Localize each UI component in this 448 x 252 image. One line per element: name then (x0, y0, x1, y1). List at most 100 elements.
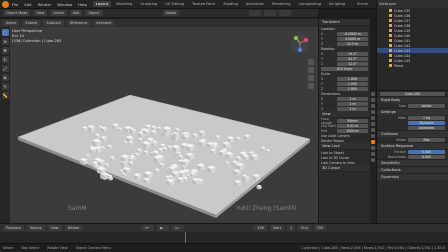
end-frame-field[interactable]: 250 (313, 225, 327, 231)
tool-tab-icon[interactable] (371, 92, 375, 96)
rotation-mode-dropdown[interactable]: XYZ Euler (321, 66, 368, 71)
settings-panel-title[interactable]: Settings (377, 108, 448, 115)
workspace-tab-scripting[interactable]: Scripting (326, 1, 348, 7)
dynamics-panel-title[interactable]: Dynamics (377, 173, 448, 180)
sensitivity-panel-title[interactable]: Sensitivity (377, 159, 448, 166)
workspace-tab-sculpting[interactable]: Sculpting (137, 1, 160, 7)
start-frame-field[interactable]: 1 (287, 225, 296, 231)
jump-start-icon[interactable]: ⏮ (142, 225, 155, 231)
modifier-tab-icon[interactable] (371, 128, 375, 132)
workspace-tab-uv-editing[interactable]: UV Editing (162, 1, 187, 7)
scene-selector[interactable]: Scene (354, 1, 371, 7)
rotation-z-field[interactable]: 12.0° (337, 61, 368, 66)
workspace-tab-texture-paint[interactable]: Texture Paint (189, 1, 218, 7)
rotate-tool-icon[interactable]: ↻ (1, 56, 9, 63)
workspace-tab-layout[interactable]: Layout (92, 1, 112, 7)
camera-view-icon[interactable] (308, 75, 314, 81)
timeline-track[interactable] (0, 232, 448, 243)
rigid-body-type-dropdown[interactable]: Active (408, 103, 445, 108)
jump-end-icon[interactable]: ⏭ (172, 225, 185, 231)
friction-field[interactable]: 0.500 (408, 149, 445, 154)
data-tab-icon[interactable] (371, 152, 375, 156)
outliner-item[interactable]: Plane (377, 63, 448, 68)
playhead[interactable] (185, 232, 186, 243)
constraints-tab-icon[interactable] (371, 146, 375, 150)
clip-start-field[interactable]: 0.01 m (337, 123, 368, 128)
object-name-field[interactable]: Cube.285 (380, 91, 445, 96)
transform-orientation-dropdown[interactable]: Global (162, 10, 180, 16)
marker-menu[interactable]: Marker (64, 225, 83, 231)
measure-tool-icon[interactable]: 📏 (1, 92, 9, 99)
play-icon[interactable]: ▶ (157, 225, 170, 231)
menu-file[interactable]: File (12, 2, 18, 7)
menu-window[interactable]: Window (57, 2, 72, 7)
menu-help[interactable]: Help (78, 2, 87, 7)
pan-icon[interactable] (308, 67, 314, 73)
select-menu[interactable]: Select (50, 10, 67, 16)
select-intersect-button[interactable]: Intersect (93, 20, 115, 26)
timeline-view-menu[interactable]: View (47, 225, 62, 231)
object-tab-icon[interactable] (371, 122, 375, 126)
playback-menu[interactable]: Playback (3, 225, 25, 231)
3d-cursor-panel-title[interactable]: 3D Cursor (319, 165, 370, 172)
collections-panel-title[interactable]: Collections (377, 166, 448, 173)
workspace-tab-compositing[interactable]: Compositing (296, 1, 325, 7)
cursor-tool-icon[interactable]: ⊕ (1, 38, 9, 45)
dimensions-x-field[interactable]: 1 m (337, 96, 368, 101)
ortho-toggle-icon[interactable] (308, 83, 314, 89)
particles-tab-icon[interactable] (371, 134, 375, 138)
collisions-panel-title[interactable]: Collisions (377, 130, 448, 137)
scale-y-field[interactable]: 1.000 (337, 81, 368, 86)
move-tool-icon[interactable]: ✥ (1, 47, 9, 54)
view-layer-selector[interactable]: ViewLayer (379, 2, 397, 6)
navigation-gizmo[interactable] (291, 34, 309, 52)
rigid-body-panel-title[interactable]: Rigid Body (377, 96, 448, 103)
blender-logo-icon[interactable] (2, 0, 9, 8)
menu-render[interactable]: Render (38, 2, 52, 7)
surface-response-title[interactable]: Surface Response (377, 142, 448, 149)
rotation-x-field[interactable]: 19.2° (337, 51, 368, 56)
rotation-y-field[interactable]: 45.3° (337, 56, 368, 61)
world-tab-icon[interactable] (371, 116, 375, 120)
location-z-field[interactable]: 12.5 m (337, 41, 368, 46)
dimensions-y-field[interactable]: 1 m (337, 101, 368, 106)
dynamic-checkbox[interactable]: Dynamic (408, 120, 445, 125)
cube-object[interactable] (256, 184, 262, 190)
annotate-tool-icon[interactable]: ✎ (1, 83, 9, 90)
mode-dropdown[interactable]: Object Mode (3, 10, 31, 16)
select-difference-button[interactable]: Difference (66, 20, 91, 26)
menu-edit[interactable]: Edit (24, 2, 31, 7)
workspace-tab-rendering[interactable]: Rendering (269, 1, 293, 7)
physics-tab-icon[interactable] (371, 140, 375, 144)
transform-tool-icon[interactable]: ◈ (1, 74, 9, 81)
select-subtract-button[interactable]: Subtract (43, 20, 64, 26)
workspace-tab-shading[interactable]: Shading (220, 1, 241, 7)
material-tab-icon[interactable] (371, 158, 375, 162)
clip-end-field[interactable]: 1000 m (337, 128, 368, 133)
collision-shape-dropdown[interactable]: Box (408, 137, 445, 142)
render-tab-icon[interactable] (371, 98, 375, 102)
bounciness-field[interactable]: 0.000 (408, 154, 445, 159)
view-lock-title[interactable]: View Lock (319, 143, 370, 150)
workspace-tab-modeling[interactable]: Modeling (113, 1, 135, 7)
scale-x-field[interactable]: 1.000 (337, 76, 368, 81)
keying-menu[interactable]: Keying (27, 225, 45, 231)
focal-length-field[interactable]: 50mm (337, 118, 368, 123)
location-y-field[interactable]: 4.0000 m (337, 36, 368, 41)
animated-checkbox[interactable]: Animated (408, 125, 445, 130)
current-frame-field[interactable]: 336 (254, 225, 267, 231)
select-box-tool-icon[interactable]: ▢ (1, 29, 9, 36)
scale-z-field[interactable]: 1.000 (337, 86, 368, 91)
object-menu[interactable]: Object (85, 10, 103, 16)
3d-viewport[interactable] (10, 27, 318, 223)
output-tab-icon[interactable] (371, 104, 375, 108)
shading-material-icon[interactable] (264, 10, 277, 16)
shading-rendered-icon[interactable] (279, 10, 292, 16)
zoom-icon[interactable] (308, 59, 314, 65)
view-menu[interactable]: View (33, 10, 48, 16)
shading-solid-icon[interactable] (249, 10, 262, 16)
scale-tool-icon[interactable]: ⤢ (1, 65, 9, 72)
mass-field[interactable]: 1 kg (408, 115, 445, 120)
add-menu[interactable]: Add (69, 10, 83, 16)
transform-panel-title[interactable]: Transform (319, 19, 370, 26)
